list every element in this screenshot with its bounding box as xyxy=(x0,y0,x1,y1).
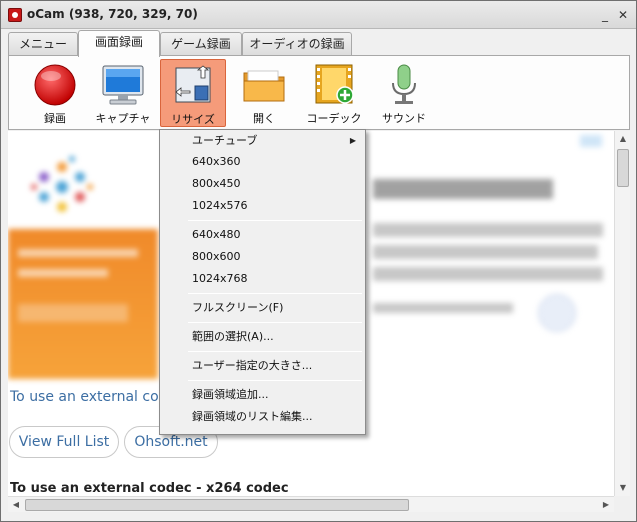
tab-menu[interactable]: メニュー xyxy=(8,32,78,56)
open-button[interactable]: 開く xyxy=(231,59,297,127)
horizontal-scrollbar[interactable]: ◀ ▶ xyxy=(8,496,614,512)
next-arrow-button[interactable] xyxy=(538,294,576,332)
sound-label: サウンド xyxy=(382,112,426,125)
promo-banner[interactable] xyxy=(8,229,158,379)
microphone-icon xyxy=(392,64,416,104)
vertical-scrollbar[interactable]: ▲ ▼ xyxy=(614,131,630,496)
menu-item-1024x768[interactable]: 1024x768 xyxy=(161,268,364,290)
codec-button[interactable]: コーデック xyxy=(301,59,367,127)
app-icon xyxy=(8,8,22,22)
resize-icon xyxy=(175,65,211,103)
ocam-window: oCam (938, 720, 329, 70) _ ✕ メニュー 画面録画 ゲ… xyxy=(0,0,637,522)
resize-button[interactable]: リサイズ xyxy=(160,59,226,127)
window-title: oCam (938, 720, 329, 70) xyxy=(27,7,198,21)
menu-item-640x480[interactable]: 640x480 xyxy=(161,224,364,246)
blurred-text xyxy=(373,303,513,313)
menu-separator xyxy=(188,220,362,221)
external-codec-link[interactable]: To use an external codec xyxy=(10,389,184,405)
capture-label: キャプチャ xyxy=(95,112,151,125)
folder-icon xyxy=(243,70,285,102)
toolbar: 録画 キャプチャ リサイズ 開く コーデック サウンド xyxy=(8,55,630,130)
resize-dropdown-menu: ユーチューブ ▶ 640x360 800x450 1024x576 640x48… xyxy=(159,129,366,435)
menu-separator xyxy=(188,322,362,323)
scroll-up-icon[interactable]: ▲ xyxy=(615,131,631,147)
submenu-arrow-icon: ▶ xyxy=(349,136,356,145)
scroll-thumb[interactable] xyxy=(617,149,629,187)
menu-item-800x450[interactable]: 800x450 xyxy=(161,173,364,195)
film-icon xyxy=(315,64,354,104)
scroll-right-icon[interactable]: ▶ xyxy=(598,497,614,513)
blurred-text xyxy=(373,223,603,237)
menu-item-640x360[interactable]: 640x360 xyxy=(161,151,364,173)
view-full-list-button[interactable]: View Full List xyxy=(9,426,119,458)
tab-audio-record[interactable]: オーディオの録画 xyxy=(242,32,352,56)
menu-item-custom-size[interactable]: ユーザー指定の大きさ... xyxy=(161,355,364,377)
close-button[interactable]: ✕ xyxy=(615,7,631,23)
menu-item-youtube[interactable]: ユーチューブ ▶ xyxy=(161,130,364,152)
codec-label: コーデック xyxy=(306,112,362,125)
menu-item-edit-region-list[interactable]: 録画領域のリスト編集... xyxy=(161,406,364,428)
tab-screen-record[interactable]: 画面録画 xyxy=(78,30,160,57)
menu-item-1024x576[interactable]: 1024x576 xyxy=(161,195,364,217)
menu-separator xyxy=(188,351,362,352)
menu-item-fullscreen[interactable]: フルスクリーン(F) xyxy=(161,297,364,319)
scroll-left-icon[interactable]: ◀ xyxy=(8,497,24,513)
codec-heading: To use an external codec - x264 codec xyxy=(10,481,289,496)
minimize-button[interactable]: _ xyxy=(597,7,613,23)
ad-badge xyxy=(580,135,602,147)
menu-separator xyxy=(188,293,362,294)
scroll-thumb[interactable] xyxy=(25,499,409,511)
monitor-icon xyxy=(102,65,144,105)
record-label: 録画 xyxy=(44,112,66,125)
blurred-text xyxy=(373,267,603,281)
menu-separator xyxy=(188,380,362,381)
blurred-text xyxy=(373,245,598,259)
open-label: 開く xyxy=(253,112,275,125)
menu-item-add-region[interactable]: 録画領域追加... xyxy=(161,384,364,406)
menu-item-select-area[interactable]: 範囲の選択(A)... xyxy=(161,326,364,348)
record-icon xyxy=(34,64,76,106)
menu-item-800x600[interactable]: 800x600 xyxy=(161,246,364,268)
sound-button[interactable]: サウンド xyxy=(371,59,437,127)
title-bar[interactable]: oCam (938, 720, 329, 70) _ ✕ xyxy=(1,1,636,29)
resize-label: リサイズ xyxy=(171,113,215,126)
scroll-down-icon[interactable]: ▼ xyxy=(615,480,631,496)
tab-game-record[interactable]: ゲーム録画 xyxy=(160,32,242,56)
blurred-heading xyxy=(373,179,553,199)
site-logo-icon xyxy=(31,156,93,212)
record-button[interactable]: 録画 xyxy=(22,59,88,127)
capture-button[interactable]: キャプチャ xyxy=(90,59,156,127)
